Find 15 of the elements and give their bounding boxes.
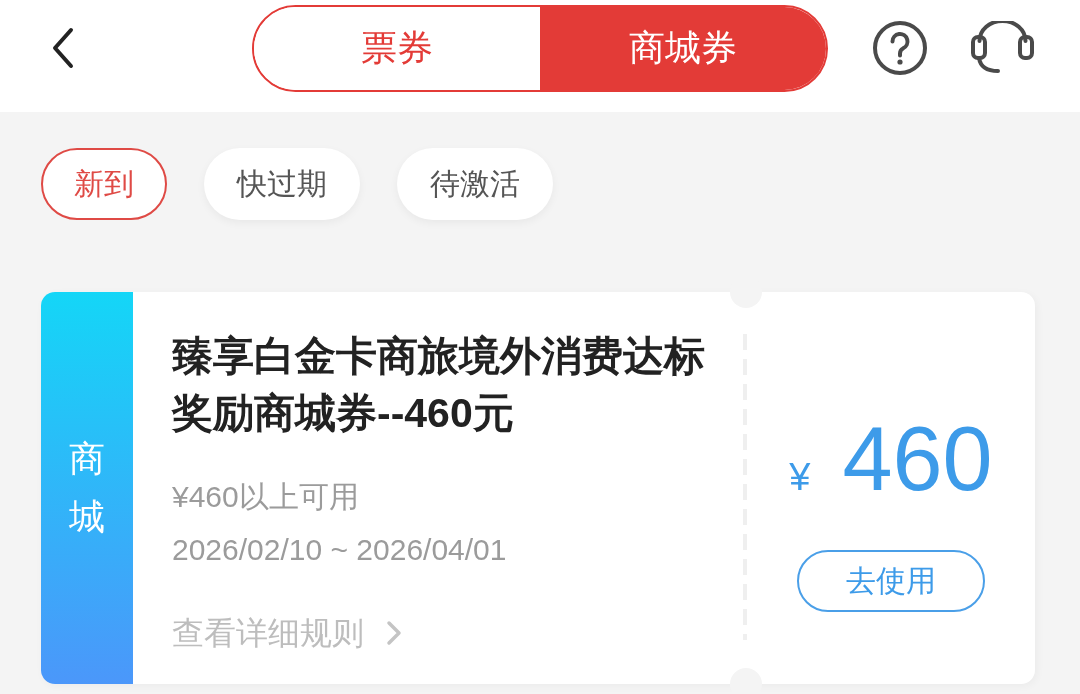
coupon-title: 臻享白金卡商旅境外消费达标奖励商城券--460元 xyxy=(172,332,706,438)
chevron-right-icon xyxy=(386,620,402,646)
validity-period: 2026/02/10 ~ 2026/04/01 xyxy=(172,532,507,568)
filter-chip[interactable]: 快过期 xyxy=(204,148,360,220)
coupon-amount: 460 xyxy=(842,414,993,504)
usage-condition: ¥460以上可用 xyxy=(172,479,359,515)
help-icon[interactable] xyxy=(872,20,928,76)
category-label: 商城 xyxy=(69,437,105,539)
use-button[interactable]: 去使用 xyxy=(797,550,985,612)
currency-symbol: ¥ xyxy=(789,455,811,500)
headset-icon[interactable] xyxy=(970,21,1035,75)
back-icon[interactable] xyxy=(50,27,76,69)
filter-chip[interactable]: 待激活 xyxy=(397,148,553,220)
filter-chip[interactable]: 新到 xyxy=(41,148,167,220)
tab[interactable]: 商城券 xyxy=(540,6,826,90)
